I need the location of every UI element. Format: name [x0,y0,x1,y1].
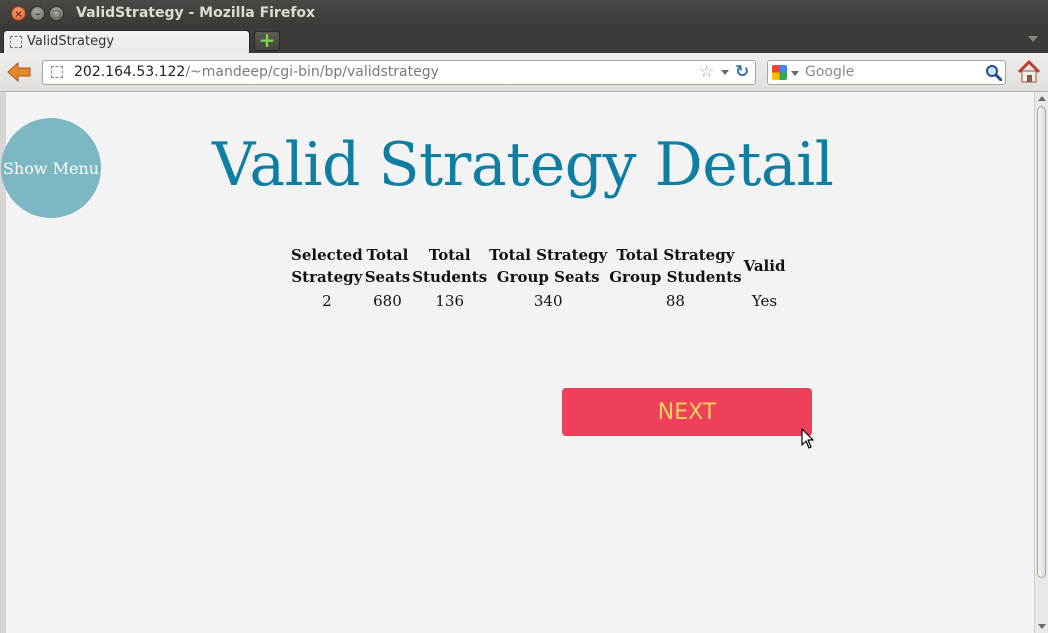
new-tab-button[interactable]: + [254,30,280,51]
reload-icon[interactable]: ↻ [735,62,749,82]
home-icon[interactable] [1016,59,1042,85]
window-titlebar: × – □ ValidStrategy - Mozilla Firefox [0,0,1048,28]
header-total-strategy-group-students: Total Strategy Group Students [609,246,742,286]
cell-total-strategy-group-seats: 340 [533,292,563,310]
vertical-scrollbar[interactable] [1034,92,1048,633]
cell-total-seats: 680 [373,292,402,310]
page-viewport: Show Menu Valid Strategy Detail Selected… [0,92,1048,633]
window-close-button[interactable]: × [11,6,26,21]
tab-validstrategy[interactable]: ValidStrategy [3,30,250,53]
header-valid: Valid [743,257,786,275]
header-selected-strategy: Selected Strategy [291,246,363,286]
scrollbar-thumb[interactable] [1037,106,1046,578]
url-host: 202.164.53.122 [74,64,186,80]
tab-strip: ValidStrategy + [0,28,1048,53]
cell-total-students: 136 [435,292,464,310]
next-button[interactable]: NEXT [562,388,812,436]
window-title: ValidStrategy - Mozilla Firefox [76,5,316,21]
url-text[interactable]: 202.164.53.122/~mandeep/cgi-bin/bp/valid… [74,64,439,80]
header-total-seats: Total Seats [364,246,411,286]
window-minimize-button[interactable]: – [30,6,45,21]
table-row: 2 680 136 340 88 Yes [290,290,786,312]
page-title: Valid Strategy Detail [212,130,834,200]
search-engine-chevron-down-icon[interactable] [791,71,799,76]
search-input[interactable]: Google [805,64,854,80]
url-path: /~mandeep/cgi-bin/bp/validstrategy [185,64,439,80]
mouse-cursor-icon [801,428,814,449]
cell-selected-strategy: 2 [322,292,332,310]
page-favicon-icon [10,36,22,48]
scroll-down-icon[interactable] [1038,624,1046,629]
star-icon[interactable]: ☆ [699,62,714,82]
window-maximize-button[interactable]: □ [49,6,64,21]
show-menu-button[interactable]: Show Menu [1,118,101,218]
header-total-students: Total Students [412,246,488,286]
back-arrow-icon[interactable] [6,61,32,83]
cell-valid: Yes [751,292,778,310]
tab-label: ValidStrategy [27,34,115,49]
cell-total-strategy-group-students: 88 [665,292,685,310]
navigation-toolbar: 202.164.53.122/~mandeep/cgi-bin/bp/valid… [0,53,1048,92]
magnifier-icon[interactable] [985,64,1002,81]
url-history-chevron-down-icon[interactable] [721,70,729,75]
table-header-row: Selected Strategy Total Seats Total Student… [290,242,786,290]
scroll-up-icon[interactable] [1038,96,1046,101]
tab-list-chevron-down-icon[interactable] [1028,36,1038,42]
search-bar[interactable]: Google [767,60,1006,85]
page-favicon-icon [51,66,63,78]
url-bar[interactable]: 202.164.53.122/~mandeep/cgi-bin/bp/valid… [42,60,756,85]
strategy-table: Selected Strategy Total Seats Total Student… [290,242,786,312]
google-icon[interactable] [772,65,787,80]
header-total-strategy-group-seats: Total Strategy Group Seats [489,246,608,286]
